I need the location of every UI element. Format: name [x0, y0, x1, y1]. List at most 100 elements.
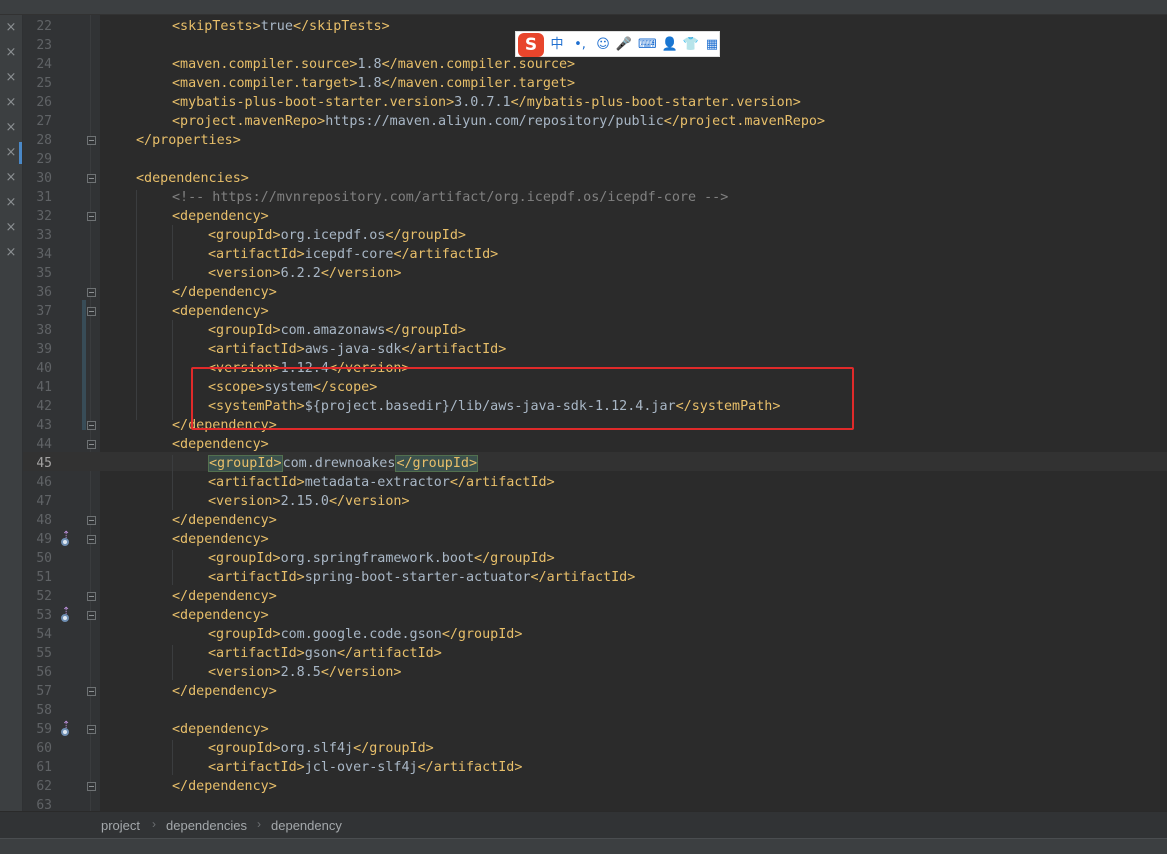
line-number[interactable]: 27 [23, 112, 52, 131]
code-line[interactable]: <version>2.8.5</version> [208, 663, 402, 682]
line-number[interactable]: 57 [23, 682, 52, 701]
code-line[interactable]: <dependencies> [136, 169, 249, 188]
line-number[interactable]: 53 [23, 606, 52, 625]
code-line[interactable]: <groupId>org.icepdf.os</groupId> [208, 226, 466, 245]
code-line[interactable]: <mybatis-plus-boot-starter.version>3.0.7… [172, 93, 801, 112]
breadcrumb-item-dependencies[interactable]: dependencies [166, 818, 247, 833]
line-number[interactable]: 43 [23, 416, 52, 435]
code-line[interactable]: <artifactId>aws-java-sdk</artifactId> [208, 340, 506, 359]
code-line[interactable]: <version>6.2.2</version> [208, 264, 402, 283]
code-line[interactable]: <groupId>org.springframework.boot</group… [208, 549, 555, 568]
line-number[interactable]: 51 [23, 568, 52, 587]
fold-toggle-icon[interactable] [87, 307, 96, 316]
line-number[interactable]: 29 [23, 150, 52, 169]
code-line[interactable]: <artifactId>metadata-extractor</artifact… [208, 473, 555, 492]
code-line[interactable]: </properties> [136, 131, 241, 150]
close-tab-icon[interactable]: × [0, 43, 22, 63]
line-number[interactable]: 60 [23, 739, 52, 758]
line-number[interactable]: 33 [23, 226, 52, 245]
line-number[interactable]: 47 [23, 492, 52, 511]
line-number[interactable]: 23 [23, 36, 52, 55]
fold-toggle-icon[interactable] [87, 421, 96, 430]
spring-bean-gutter-icon[interactable]: ⇡ [58, 606, 72, 624]
code-line[interactable]: </dependency> [172, 511, 277, 530]
line-number[interactable]: 54 [23, 625, 52, 644]
fold-toggle-icon[interactable] [87, 136, 96, 145]
line-number[interactable]: 50 [23, 549, 52, 568]
ime-emoji-icon[interactable]: ☺ [594, 35, 612, 55]
line-number[interactable]: 46 [23, 473, 52, 492]
fold-toggle-icon[interactable] [87, 687, 96, 696]
code-line[interactable]: <artifactId>jcl-over-slf4j</artifactId> [208, 758, 522, 777]
line-number[interactable]: 37 [23, 302, 52, 321]
ime-keyboard-icon[interactable]: ⌨ [638, 35, 657, 55]
line-number[interactable]: 58 [23, 701, 52, 720]
code-line[interactable]: <groupId>org.slf4j</groupId> [208, 739, 434, 758]
code-line[interactable]: </dependency> [172, 682, 277, 701]
code-line[interactable]: <dependency> [172, 530, 269, 549]
close-tab-icon[interactable]: × [0, 118, 22, 138]
code-line[interactable]: <groupId>com.amazonaws</groupId> [208, 321, 466, 340]
line-number[interactable]: 59 [23, 720, 52, 739]
close-tab-icon[interactable]: × [0, 18, 22, 38]
code-line[interactable]: </dependency> [172, 587, 277, 606]
ime-microphone-icon[interactable]: 🎤 [615, 35, 633, 55]
line-number[interactable]: 35 [23, 264, 52, 283]
code-line[interactable]: <groupId>com.drewnoakes</groupId> [208, 454, 479, 473]
line-number[interactable]: 22 [23, 17, 52, 36]
fold-toggle-icon[interactable] [87, 516, 96, 525]
spring-bean-gutter-icon[interactable]: ⇡ [58, 720, 72, 738]
fold-toggle-icon[interactable] [87, 725, 96, 734]
line-number[interactable]: 38 [23, 321, 52, 340]
code-line[interactable]: <maven.compiler.target>1.8</maven.compil… [172, 74, 575, 93]
breadcrumb-item-project[interactable]: project [101, 818, 140, 833]
code-line[interactable]: <artifactId>icepdf-core</artifactId> [208, 245, 498, 264]
fold-toggle-icon[interactable] [87, 440, 96, 449]
line-number[interactable]: 39 [23, 340, 52, 359]
ime-menu-grid-icon[interactable]: ▦ [703, 35, 721, 55]
close-tab-icon[interactable]: × [0, 68, 22, 88]
code-line[interactable]: <groupId>com.google.code.gson</groupId> [208, 625, 522, 644]
close-tab-icon[interactable]: × [0, 168, 22, 188]
code-line[interactable]: <dependency> [172, 720, 269, 739]
line-number[interactable]: 56 [23, 663, 52, 682]
close-tab-icon[interactable]: × [0, 218, 22, 238]
fold-toggle-icon[interactable] [87, 174, 96, 183]
code-line[interactable]: <artifactId>spring-boot-starter-actuator… [208, 568, 635, 587]
code-line[interactable]: <maven.compiler.source>1.8</maven.compil… [172, 55, 575, 74]
close-tab-icon[interactable]: × [0, 193, 22, 213]
ime-toolbar[interactable]: S 中 •, ☺ 🎤 ⌨ 👤 👕 ▦ [515, 31, 720, 57]
line-number[interactable]: 45 [23, 454, 52, 473]
line-number[interactable]: 40 [23, 359, 52, 378]
ime-chinese-mode[interactable]: 中 [548, 35, 566, 55]
line-number[interactable]: 44 [23, 435, 52, 454]
line-number[interactable]: 48 [23, 511, 52, 530]
fold-toggle-icon[interactable] [87, 212, 96, 221]
line-number[interactable]: 52 [23, 587, 52, 606]
fold-toggle-icon[interactable] [87, 288, 96, 297]
line-number[interactable]: 28 [23, 131, 52, 150]
close-tab-icon[interactable]: × [0, 93, 22, 113]
fold-toggle-icon[interactable] [87, 535, 96, 544]
fold-toggle-icon[interactable] [87, 782, 96, 791]
code-line[interactable]: <dependency> [172, 302, 269, 321]
code-line[interactable]: <project.mavenRepo>https://maven.aliyun.… [172, 112, 825, 131]
code-line[interactable]: <dependency> [172, 435, 269, 454]
code-line[interactable]: <dependency> [172, 207, 269, 226]
code-line[interactable]: <!-- https://mvnrepository.com/artifact/… [172, 188, 728, 207]
line-number[interactable]: 25 [23, 74, 52, 93]
ime-punctuation[interactable]: •, [571, 35, 589, 55]
ime-user-icon[interactable]: 👤 [661, 35, 679, 55]
vcs-change-marker[interactable] [82, 300, 86, 430]
ime-skin-icon[interactable]: 👕 [682, 35, 700, 55]
code-line[interactable]: <dependency> [172, 606, 269, 625]
code-line[interactable]: </dependency> [172, 777, 277, 796]
code-line[interactable]: <version>2.15.0</version> [208, 492, 410, 511]
line-number[interactable]: 55 [23, 644, 52, 663]
line-number[interactable]: 42 [23, 397, 52, 416]
breadcrumb-item-dependency[interactable]: dependency [271, 818, 342, 833]
sogou-logo-icon[interactable]: S [518, 33, 544, 57]
close-tab-icon[interactable]: × [0, 243, 22, 263]
line-number[interactable]: 34 [23, 245, 52, 264]
code-line[interactable]: </dependency> [172, 283, 277, 302]
